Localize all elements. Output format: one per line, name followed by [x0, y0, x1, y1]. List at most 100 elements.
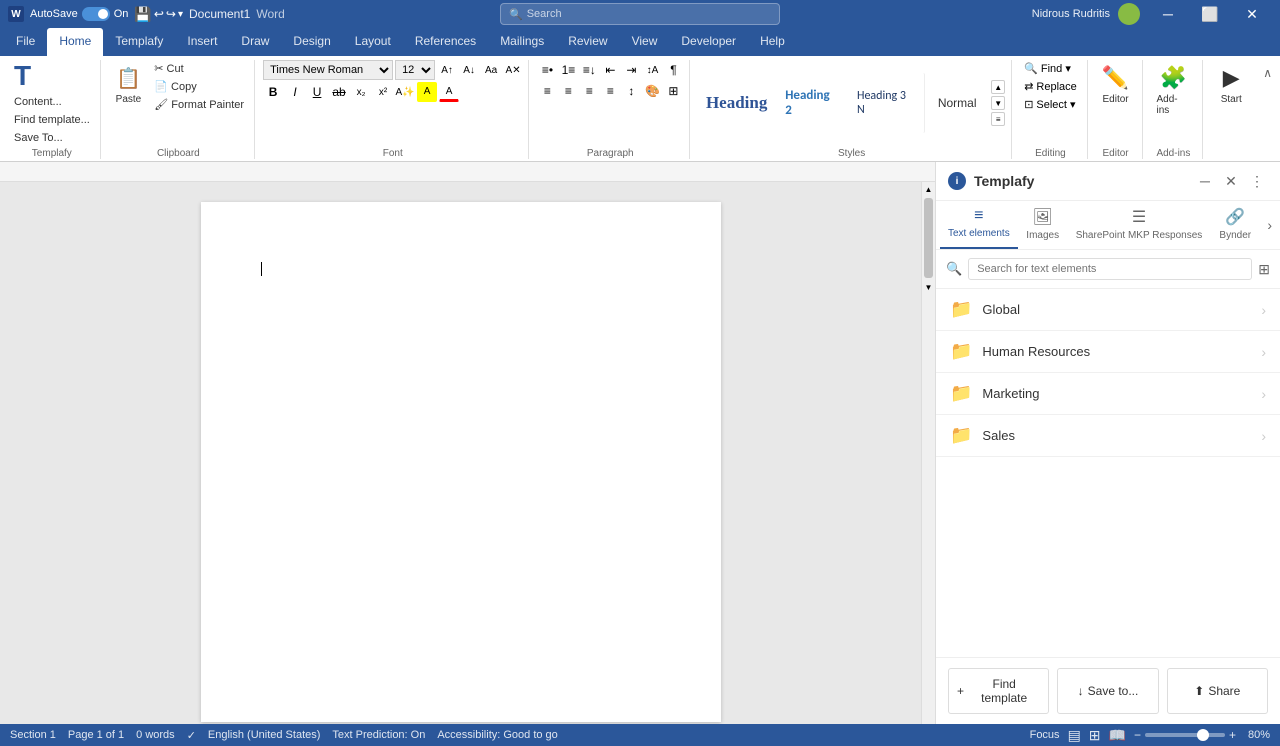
borders-btn[interactable]: ⊞ — [663, 81, 683, 101]
cut-btn[interactable]: ✂ Cut — [150, 60, 248, 77]
editor-btn[interactable]: ✏️ Editor — [1096, 60, 1136, 109]
styles-scroll-up[interactable]: ▲ — [991, 80, 1005, 94]
ribbon-collapse-btn[interactable]: ∧ — [1259, 64, 1276, 82]
tab-file[interactable]: File — [4, 28, 47, 56]
view-read-btn[interactable]: 📖 — [1109, 727, 1126, 744]
minimize-btn[interactable]: ─ — [1148, 0, 1188, 28]
panel-search-input[interactable] — [968, 258, 1252, 280]
tab-insert[interactable]: Insert — [175, 28, 229, 56]
text-effects-btn[interactable]: A✨ — [395, 82, 415, 102]
panel-filter-btn[interactable]: ⊞ — [1258, 261, 1270, 278]
style-heading2[interactable]: Heading 2 — [777, 73, 847, 133]
folder-item-global[interactable]: 📁 Global › — [936, 289, 1280, 331]
zoom-out-btn[interactable]: − — [1134, 728, 1141, 742]
start-btn[interactable]: ▶ Start — [1211, 60, 1251, 109]
multilevel-btn[interactable]: ≡↓ — [579, 60, 599, 80]
increase-indent-btn[interactable]: ⇥ — [621, 60, 641, 80]
copy-btn[interactable]: 📄 Copy — [150, 78, 248, 95]
tab-design[interactable]: Design — [281, 28, 342, 56]
justify-btn[interactable]: ≡ — [600, 81, 620, 101]
titlebar-search[interactable]: 🔍 — [500, 3, 780, 25]
format-painter-btn[interactable]: 🖌 Format Painter — [150, 96, 248, 113]
increase-font-btn[interactable]: A↑ — [437, 60, 457, 80]
panel-close-btn[interactable]: ✕ — [1220, 170, 1242, 192]
font-color-btn[interactable]: A — [439, 82, 459, 102]
panel-more-btn[interactable]: ⋮ — [1246, 170, 1268, 192]
style-heading1[interactable]: Heading — [698, 73, 775, 133]
lang-status[interactable]: English (United States) — [208, 729, 321, 741]
numbering-btn[interactable]: 1≡ — [558, 60, 578, 80]
scroll-down-btn[interactable]: ▼ — [922, 280, 935, 294]
view-web-btn[interactable]: ⊞ — [1089, 727, 1101, 744]
tab-mailings[interactable]: Mailings — [488, 28, 556, 56]
templafy-T-btn[interactable]: T — [10, 60, 35, 92]
tab-developer[interactable]: Developer — [669, 28, 748, 56]
zoom-in-btn[interactable]: + — [1229, 728, 1236, 742]
save-to-footer-btn[interactable]: ↓ Save to... — [1057, 668, 1158, 714]
underline-btn[interactable]: U — [307, 82, 327, 102]
sort-btn[interactable]: ↕A — [642, 60, 662, 80]
tab-references[interactable]: References — [403, 28, 488, 56]
shading-btn[interactable]: 🎨 — [642, 81, 662, 101]
zoom-slider[interactable] — [1145, 733, 1225, 737]
redo-btn[interactable]: ↪ — [166, 7, 176, 21]
view-normal-btn[interactable]: ▤ — [1068, 727, 1081, 744]
folder-item-hr[interactable]: 📁 Human Resources › — [936, 331, 1280, 373]
restore-btn[interactable]: ⬜ — [1190, 0, 1230, 28]
save-btn[interactable]: 💾 — [134, 6, 151, 23]
subscript-btn[interactable]: x₂ — [351, 82, 371, 102]
scroll-up-btn[interactable]: ▲ — [922, 182, 935, 196]
style-heading3[interactable]: Heading 3 N — [849, 73, 925, 133]
doc-area[interactable] — [0, 182, 921, 724]
replace-btn[interactable]: ⇄ Replace — [1020, 78, 1081, 95]
strikethrough-btn[interactable]: ab — [329, 82, 349, 102]
highlight-btn[interactable]: A — [417, 82, 437, 102]
vertical-scrollbar[interactable]: ▲ ▼ — [921, 182, 935, 724]
align-right-btn[interactable]: ≡ — [579, 81, 599, 101]
share-footer-btn[interactable]: ⬆ Share — [1167, 668, 1268, 714]
accessibility-status[interactable]: Accessibility: Good to go — [437, 729, 557, 741]
save-to-btn[interactable]: Save To... — [10, 130, 67, 146]
font-family-select[interactable]: Times New Roman — [263, 60, 393, 80]
line-spacing-btn[interactable]: ↕ — [621, 81, 641, 101]
select-btn[interactable]: ⊡ Select ▾ — [1020, 96, 1079, 113]
scroll-thumb[interactable] — [924, 198, 933, 278]
decrease-indent-btn[interactable]: ⇤ — [600, 60, 620, 80]
cursor-area[interactable] — [261, 262, 661, 279]
tab-sharepoint[interactable]: ☰ SharePoint MKP Responses — [1068, 201, 1211, 249]
decrease-font-btn[interactable]: A↓ — [459, 60, 479, 80]
italic-btn[interactable]: I — [285, 82, 305, 102]
change-case-btn[interactable]: Aa — [481, 60, 501, 80]
panel-info-icon[interactable]: i — [948, 172, 966, 190]
styles-expand[interactable]: ≡ — [991, 112, 1005, 126]
tab-draw[interactable]: Draw — [229, 28, 281, 56]
bullets-btn[interactable]: ≡• — [537, 60, 557, 80]
tab-review[interactable]: Review — [556, 28, 619, 56]
tab-home[interactable]: Home — [47, 28, 103, 56]
show-marks-btn[interactable]: ¶ — [663, 60, 683, 80]
find-template-btn[interactable]: Find template... — [10, 112, 94, 128]
more-btn[interactable]: ▾ — [178, 9, 183, 20]
user-avatar[interactable] — [1118, 3, 1140, 25]
tab-templafy[interactable]: Templafy — [103, 28, 175, 56]
align-center-btn[interactable]: ≡ — [558, 81, 578, 101]
clear-format-btn[interactable]: A✕ — [503, 60, 523, 80]
undo-btn[interactable]: ↩ — [154, 7, 164, 21]
addins-btn[interactable]: 🧩 Add-ins — [1151, 60, 1197, 120]
find-template-footer-btn[interactable]: + Find template — [948, 668, 1049, 714]
font-size-select[interactable]: 12 — [395, 60, 435, 80]
superscript-btn[interactable]: x² — [373, 82, 393, 102]
folder-item-sales[interactable]: 📁 Sales › — [936, 415, 1280, 457]
find-btn[interactable]: 🔍 Find ▾ — [1020, 60, 1075, 77]
zoom-level[interactable]: 80% — [1240, 729, 1270, 741]
spell-check-icon[interactable]: ✓ — [187, 729, 196, 742]
bold-btn[interactable]: B — [263, 82, 283, 102]
autosave-toggle[interactable] — [82, 7, 110, 21]
search-input[interactable] — [527, 8, 771, 20]
tab-images[interactable]: 🖼 Images — [1018, 201, 1068, 249]
content-btn[interactable]: Content... — [10, 94, 66, 110]
styles-scroll-down[interactable]: ▼ — [991, 96, 1005, 110]
paste-btn[interactable]: 📋 Paste — [109, 60, 149, 109]
panel-nav-arrow[interactable]: › — [1263, 213, 1276, 237]
style-normal[interactable]: Normal — [927, 73, 987, 133]
